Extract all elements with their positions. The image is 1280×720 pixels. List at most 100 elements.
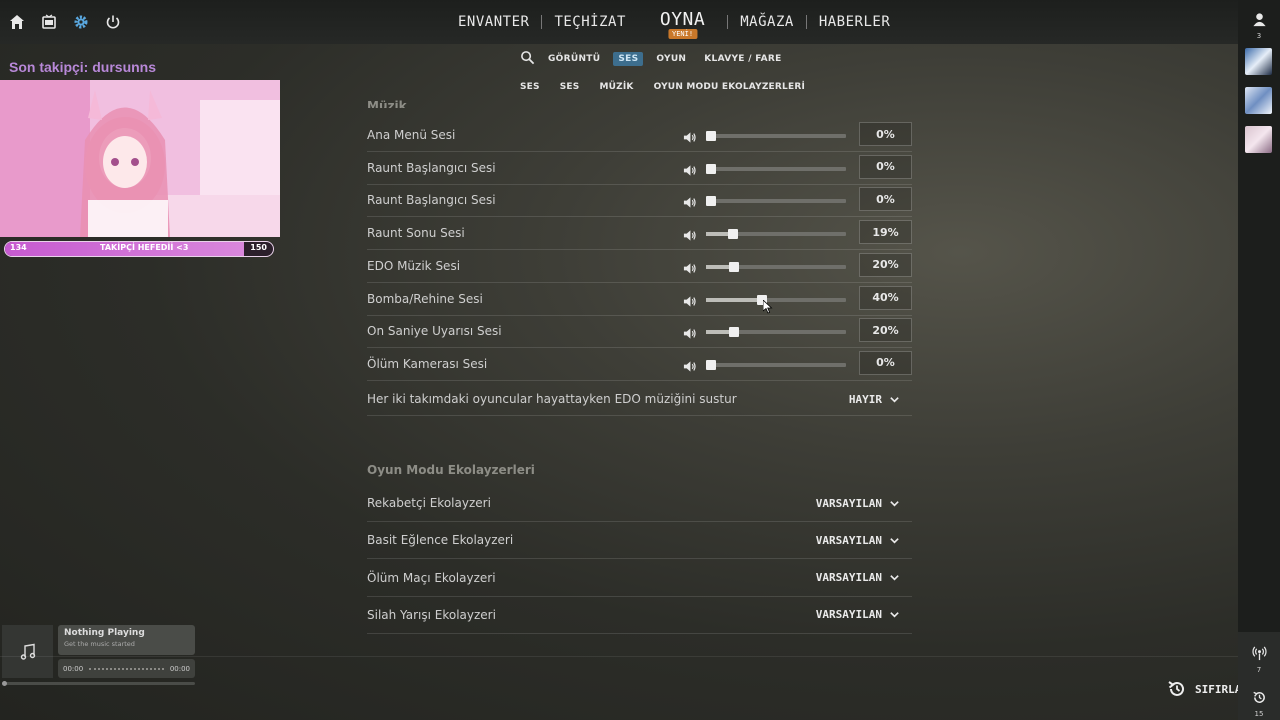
volume-slider[interactable] xyxy=(706,294,846,305)
volume-slider[interactable] xyxy=(706,163,846,174)
friend-avatar-1[interactable] xyxy=(1245,48,1272,75)
music-progress-knob[interactable] xyxy=(2,681,7,686)
volume-value-input[interactable]: 19% xyxy=(859,220,912,245)
equalizer-row[interactable]: Ölüm Maçı Ekolayzeri VARSAYILAN xyxy=(367,560,912,597)
mouse-cursor-icon xyxy=(763,300,773,314)
equalizer-value: VARSAYILAN xyxy=(815,571,882,585)
friend-avatar-3[interactable] xyxy=(1245,126,1272,153)
chevron-down-icon xyxy=(889,572,900,583)
volume-slider-thumb[interactable] xyxy=(729,327,739,338)
chevron-down-icon xyxy=(889,498,900,509)
equalizer-row[interactable]: Rekabetçi Ekolayzeri VARSAYILAN xyxy=(367,485,912,522)
album-art xyxy=(2,625,53,678)
volume-slider[interactable] xyxy=(706,229,846,240)
power-icon[interactable] xyxy=(104,13,122,31)
subtab-game-mode-equalizers[interactable]: OYUN MODU EKOLAYZERLERİ xyxy=(651,82,808,92)
music-waveform xyxy=(89,667,164,670)
volume-slider[interactable] xyxy=(706,359,846,370)
audio-subtabs: SES SES MÜZİK OYUN MODU EKOLAYZERLERİ xyxy=(517,82,808,92)
nav-play[interactable]: OYNA YENİ! xyxy=(638,8,727,39)
now-playing-title: Nothing Playing xyxy=(64,628,145,638)
volume-slider-thumb[interactable] xyxy=(706,359,716,370)
volume-setting-row: Raunt Başlangıcı Sesi 0% xyxy=(367,152,912,185)
person-icon xyxy=(1252,13,1266,27)
now-playing-subtitle: Get the music started xyxy=(64,640,135,648)
tab-keyboard-mouse[interactable]: KLAVYE / FARE xyxy=(699,52,786,66)
speaker-icon[interactable] xyxy=(683,293,696,307)
tv-icon[interactable] xyxy=(40,13,58,31)
nav-play-label: OYNA xyxy=(659,8,706,30)
volume-value-input[interactable]: 0% xyxy=(859,350,912,375)
right-sidebar: 3 7 15 xyxy=(1238,0,1280,720)
volume-setting-row: EDO Müzik Sesi 20% xyxy=(367,250,912,283)
reset-button[interactable]: SIFIRLA xyxy=(1167,679,1241,699)
volume-value-input[interactable]: 20% xyxy=(859,318,912,343)
sidebar-bottom-panel: 7 15 xyxy=(1238,632,1280,720)
volume-value-input[interactable]: 0% xyxy=(859,122,912,146)
speaker-icon[interactable] xyxy=(683,162,696,176)
subtab-audio-1[interactable]: SES xyxy=(517,82,543,92)
friends-button[interactable]: 3 xyxy=(1250,12,1268,40)
volume-setting-row: On Saniye Uyarısı Sesi 20% xyxy=(367,315,912,349)
reset-icon xyxy=(1168,681,1184,696)
volume-setting-row: Ana Menü Sesi 0% xyxy=(367,119,912,152)
edo-mute-dropdown[interactable]: HAYIR xyxy=(849,383,900,415)
speaker-icon[interactable] xyxy=(683,129,696,143)
nav-news[interactable]: HABERLER xyxy=(807,14,902,30)
volume-slider-thumb[interactable] xyxy=(729,261,739,272)
volume-setting-row: Bomba/Rehine Sesi 40% xyxy=(367,283,912,316)
nav-loadout[interactable]: TEÇHİZAT xyxy=(542,14,637,30)
volume-slider-thumb[interactable] xyxy=(706,163,716,174)
volume-slider[interactable] xyxy=(706,131,846,141)
volume-value-input[interactable]: 0% xyxy=(859,187,912,212)
speaker-icon[interactable] xyxy=(683,260,696,274)
new-badge: YENİ! xyxy=(668,28,698,39)
top-bar: ENVANTER TEÇHİZAT OYNA YENİ! MAĞAZA HABE… xyxy=(0,0,1238,44)
nav-inventory[interactable]: ENVANTER xyxy=(446,14,541,30)
volume-slider-thumb[interactable] xyxy=(706,131,716,141)
volume-value-input[interactable]: 20% xyxy=(859,252,912,277)
speaker-icon[interactable] xyxy=(683,194,696,208)
nav-store[interactable]: MAĞAZA xyxy=(728,14,806,30)
volume-slider-thumb[interactable] xyxy=(727,229,738,240)
speaker-icon[interactable] xyxy=(683,227,696,241)
equalizer-dropdown[interactable]: VARSAYILAN xyxy=(816,597,900,633)
music-note-icon xyxy=(20,643,35,660)
volume-slider[interactable] xyxy=(706,327,846,338)
speaker-icon[interactable] xyxy=(683,358,696,372)
footer-divider xyxy=(0,656,1238,657)
last-follower-label: Son takipçi: dursunns xyxy=(9,59,157,75)
subtab-audio-2[interactable]: SES xyxy=(557,82,583,92)
search-icon[interactable] xyxy=(520,50,535,69)
chevron-down-icon xyxy=(889,609,900,620)
volume-slider[interactable] xyxy=(706,261,846,272)
settings-tabs: GÖRÜNTÜ SES OYUN KLAVYE / FARE xyxy=(520,50,787,68)
home-icon[interactable] xyxy=(8,13,26,31)
volume-value-input[interactable]: 0% xyxy=(859,154,912,179)
edo-mute-row[interactable]: Her iki takımdaki oyuncular hayattayken … xyxy=(367,383,912,416)
speaker-icon[interactable] xyxy=(683,325,696,339)
equalizer-dropdown[interactable]: VARSAYILAN xyxy=(816,485,900,521)
subtab-music[interactable]: MÜZİK xyxy=(596,82,636,92)
volume-setting-row: Raunt Sonu Sesi 19% xyxy=(367,217,912,251)
notifications-button[interactable]: 7 xyxy=(1250,646,1268,674)
tab-game[interactable]: OYUN xyxy=(651,52,691,66)
tab-display[interactable]: GÖRÜNTÜ xyxy=(543,52,605,66)
music-time-end: 00:00 xyxy=(169,664,190,673)
equalizer-dropdown[interactable]: VARSAYILAN xyxy=(816,522,900,558)
volume-slider[interactable] xyxy=(706,196,846,207)
volume-slider-thumb[interactable] xyxy=(706,196,716,207)
friend-avatar-2[interactable] xyxy=(1245,87,1272,114)
music-progress-bar[interactable] xyxy=(2,681,195,686)
equalizer-value: VARSAYILAN xyxy=(815,496,882,510)
volume-value-input[interactable]: 40% xyxy=(859,285,912,310)
tab-audio[interactable]: SES xyxy=(613,52,644,66)
equalizer-row[interactable]: Silah Yarışı Ekolayzeri VARSAYILAN xyxy=(367,597,912,634)
equalizer-row[interactable]: Basit Eğlence Ekolayzeri VARSAYILAN xyxy=(367,522,912,560)
history-button[interactable]: 15 xyxy=(1250,690,1268,718)
gear-icon[interactable] xyxy=(72,13,90,31)
music-section-title: Müzik xyxy=(367,99,407,108)
friends-count: 3 xyxy=(1256,32,1262,40)
reset-label: SIFIRLA xyxy=(1195,682,1242,696)
equalizer-dropdown[interactable]: VARSAYILAN xyxy=(816,560,900,596)
